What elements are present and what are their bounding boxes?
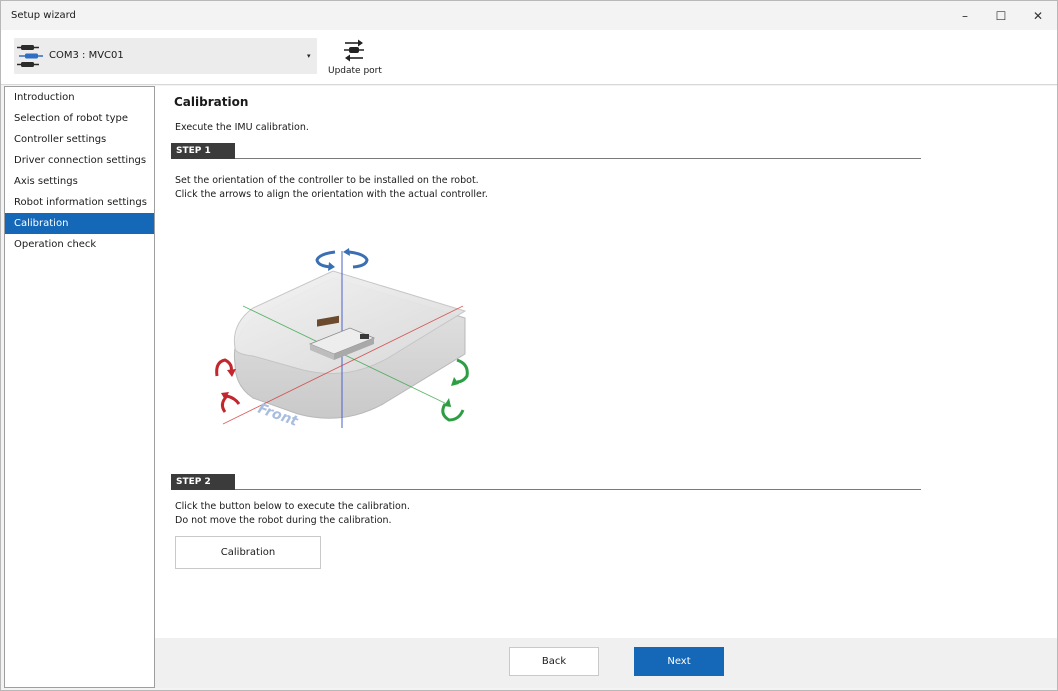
step1-line2: Click the arrows to align the orientatio… [175, 189, 488, 200]
maximize-button[interactable]: ☐ [982, 1, 1020, 30]
step1-line1: Set the orientation of the controller to… [175, 175, 479, 186]
sidebar-item-robot-type[interactable]: Selection of robot type [5, 108, 154, 129]
step2-header: STEP 2 [171, 474, 921, 490]
sidebar-item-driver-connection[interactable]: Driver connection settings [5, 150, 154, 171]
usb-cable-icon [17, 45, 43, 67]
refresh-port-icon [344, 39, 364, 62]
sidebar-item-axis-settings[interactable]: Axis settings [5, 171, 154, 192]
back-button[interactable]: Back [509, 647, 599, 676]
step2-line2: Do not move the robot during the calibra… [175, 515, 392, 526]
minimize-icon: – [962, 8, 968, 23]
window-title: Setup wizard [11, 10, 76, 21]
close-button[interactable]: ✕ [1019, 1, 1057, 30]
sidebar-item-operation-check[interactable]: Operation check [5, 234, 154, 255]
intro-text: Execute the IMU calibration. [175, 122, 309, 133]
calibration-button[interactable]: Calibration [175, 536, 321, 569]
sidebar-item-robot-information[interactable]: Robot information settings [5, 192, 154, 213]
title-bar: Setup wizard – ☐ ✕ [1, 1, 1057, 30]
update-port-label: Update port [328, 66, 382, 76]
page-title: Calibration [174, 95, 249, 109]
controller-orientation-diagram: Front [215, 248, 469, 430]
step2-tag: STEP 2 [171, 474, 235, 490]
sidebar-item-introduction[interactable]: Introduction [5, 87, 154, 108]
port-select[interactable]: COM3 : MVC01 ▾ [14, 38, 317, 74]
minimize-button[interactable]: – [946, 1, 984, 30]
rotate-y-arrows[interactable] [441, 358, 469, 422]
close-icon: ✕ [1032, 8, 1044, 23]
main-panel: Calibration Execute the IMU calibration.… [155, 86, 1057, 638]
update-port-button[interactable]: Update port [325, 36, 385, 80]
setup-wizard-window: Setup wizard – ☐ ✕ COM3 : MVC01 ▾ Update… [0, 0, 1058, 691]
maximize-icon: ☐ [995, 8, 1007, 23]
sidebar-item-calibration[interactable]: Calibration [5, 213, 154, 234]
port-value: COM3 : MVC01 [49, 50, 124, 61]
sidebar-item-controller-settings[interactable]: Controller settings [5, 129, 154, 150]
toolbar: COM3 : MVC01 ▾ Update port [1, 30, 1057, 85]
footer-bar: Back Next [155, 638, 1057, 688]
wizard-steps-sidebar: Introduction Selection of robot type Con… [4, 86, 155, 688]
chevron-down-icon: ▾ [307, 52, 311, 60]
step1-tag: STEP 1 [171, 143, 235, 159]
step1-header: STEP 1 [171, 143, 921, 159]
step2-line1: Click the button below to execute the ca… [175, 501, 410, 512]
next-button[interactable]: Next [634, 647, 724, 676]
